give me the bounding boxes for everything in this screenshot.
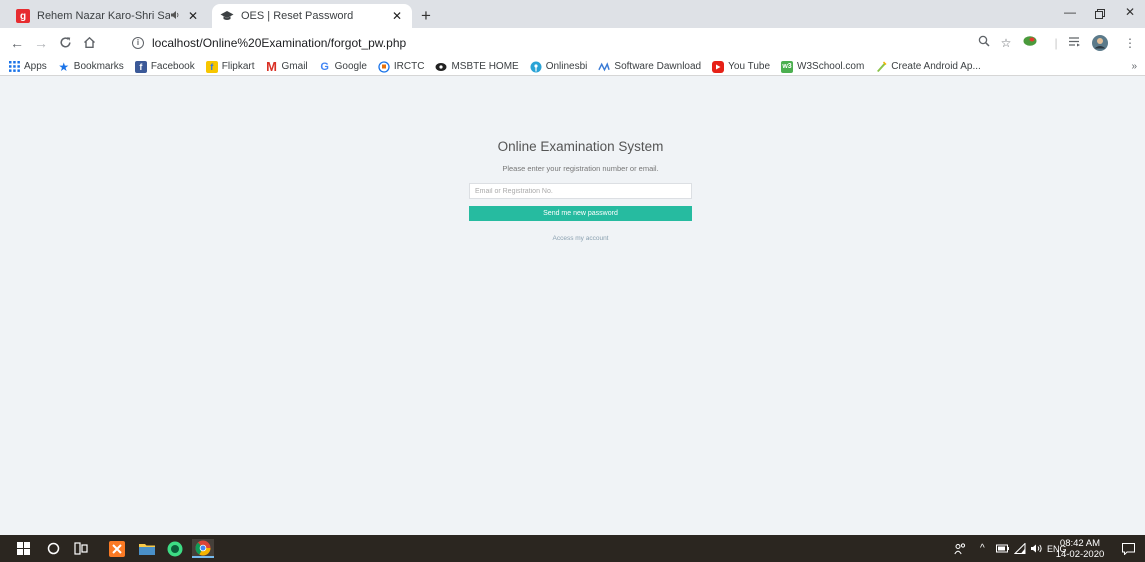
bookmark-gmail[interactable]: M Gmail (266, 59, 308, 74)
reload-icon[interactable] (56, 35, 74, 51)
star-icon[interactable]: ☆ (998, 35, 1014, 51)
search-icon[interactable] (42, 539, 64, 558)
gaana-icon: g (16, 9, 30, 23)
reading-list-icon[interactable] (1066, 35, 1082, 51)
bookmark-irctc[interactable]: IRCTC (378, 60, 424, 73)
clock-date: 14-02-2020 (1055, 549, 1105, 560)
irctc-icon (378, 60, 390, 73)
wifi-icon[interactable] (1014, 535, 1026, 562)
windows-taskbar: ^ ENG 08:42 AM 14-02-2020 (0, 535, 1145, 562)
bookmarks-overflow-icon[interactable]: » (1131, 61, 1137, 72)
people-icon[interactable] (954, 535, 967, 562)
clock-time: 08:42 AM (1059, 538, 1101, 549)
bookmark-onlinesbi[interactable]: Onlinesbi (530, 61, 587, 73)
msbte-icon (435, 61, 447, 73)
tab-title: Rehem Nazar Karo-Shri Sai K (37, 10, 170, 22)
chrome-icon[interactable] (192, 539, 214, 558)
restore-window-icon[interactable] (1085, 5, 1115, 23)
browser-tab-strip: g Rehem Nazar Karo-Shri Sai K ✕ OES | Re… (0, 0, 1145, 28)
page-body: Online Examination System Please enter y… (0, 77, 1145, 535)
bookmark-msbte[interactable]: MSBTE HOME (435, 61, 519, 73)
google-icon: G (320, 60, 329, 73)
chevron-up-icon[interactable]: ^ (980, 535, 985, 562)
notifications-icon[interactable] (1122, 535, 1135, 562)
tab-reset-password[interactable]: OES | Reset Password ✕ (212, 4, 412, 28)
address-bar[interactable]: i localhost/Online%20Examination/forgot_… (132, 32, 962, 54)
bookmark-facebook[interactable]: f Facebook (134, 60, 195, 73)
sbi-icon (530, 61, 542, 73)
access-account-link[interactable]: Access my account (553, 235, 609, 242)
minimize-window-icon[interactable]: — (1055, 5, 1085, 23)
star-icon: ★ (58, 59, 70, 74)
battery-icon[interactable] (996, 535, 1010, 562)
forward-arrow-icon[interactable]: → (32, 35, 50, 51)
windows-start-icon[interactable] (12, 539, 34, 558)
extension-icon[interactable] (1022, 35, 1038, 51)
android-icon (875, 60, 887, 73)
flipkart-icon: f (205, 60, 218, 73)
apps-grid-icon (8, 61, 20, 73)
page-title: Online Examination System (497, 139, 664, 154)
tab-title: OES | Reset Password (241, 10, 354, 22)
avatar[interactable] (1092, 35, 1108, 51)
bookmark-w3schools[interactable]: w3 W3School.com (781, 60, 864, 73)
bookmark-apps[interactable]: Apps (8, 61, 47, 73)
audio-playing-icon[interactable] (170, 10, 180, 22)
system-clock[interactable]: 08:42 AM 14-02-2020 (1052, 538, 1108, 560)
new-tab-button[interactable]: + (416, 7, 436, 25)
bookmark-software-download[interactable]: Software Dawnload (598, 61, 701, 73)
close-tab-icon[interactable]: ✕ (186, 9, 200, 23)
zoom-icon[interactable] (976, 35, 992, 51)
menu-dots-icon[interactable]: ⋮ (1122, 35, 1138, 51)
file-explorer-icon[interactable] (136, 539, 158, 558)
email-or-registration-input[interactable] (469, 183, 692, 199)
youtube-icon (712, 60, 725, 73)
reset-password-form: Online Examination System Please enter y… (469, 139, 692, 243)
bookmark-google[interactable]: G Google (319, 61, 367, 73)
home-icon[interactable] (80, 35, 98, 51)
bookmark-youtube[interactable]: You Tube (712, 60, 770, 73)
gmail-icon: M (266, 59, 277, 74)
form-instructions: Please enter your registration number or… (502, 164, 659, 173)
send-new-password-button[interactable]: Send me new password (469, 206, 692, 221)
browser-toolbar: ← → i localhost/Online%20Examination/for… (0, 28, 1145, 58)
url-text[interactable]: localhost/Online%20Examination/forgot_pw… (152, 36, 406, 50)
xampp-icon[interactable] (106, 539, 128, 558)
bookmark-bookmarks[interactable]: ★ Bookmarks (58, 59, 123, 74)
close-window-icon[interactable]: ✕ (1115, 5, 1145, 23)
graduation-cap-icon (220, 9, 234, 23)
w3schools-icon: w3 (781, 60, 794, 73)
bookmark-create-android[interactable]: Create Android Ap... (875, 60, 981, 73)
android-studio-icon[interactable] (164, 539, 186, 558)
bookmark-flipkart[interactable]: f Flipkart (205, 60, 255, 73)
task-view-icon[interactable] (70, 539, 92, 558)
info-icon[interactable]: i (132, 37, 144, 49)
speaker-icon[interactable] (1030, 535, 1043, 562)
back-arrow-icon[interactable]: ← (8, 35, 26, 51)
software-icon (598, 61, 611, 73)
close-tab-icon[interactable]: ✕ (390, 9, 404, 23)
toolbar-divider: | (1054, 36, 1058, 50)
bookmarks-bar: Apps ★ Bookmarks f Facebook f Flipkart M… (0, 58, 1145, 76)
facebook-icon: f (134, 60, 147, 73)
tab-music[interactable]: g Rehem Nazar Karo-Shri Sai K ✕ (8, 4, 208, 28)
